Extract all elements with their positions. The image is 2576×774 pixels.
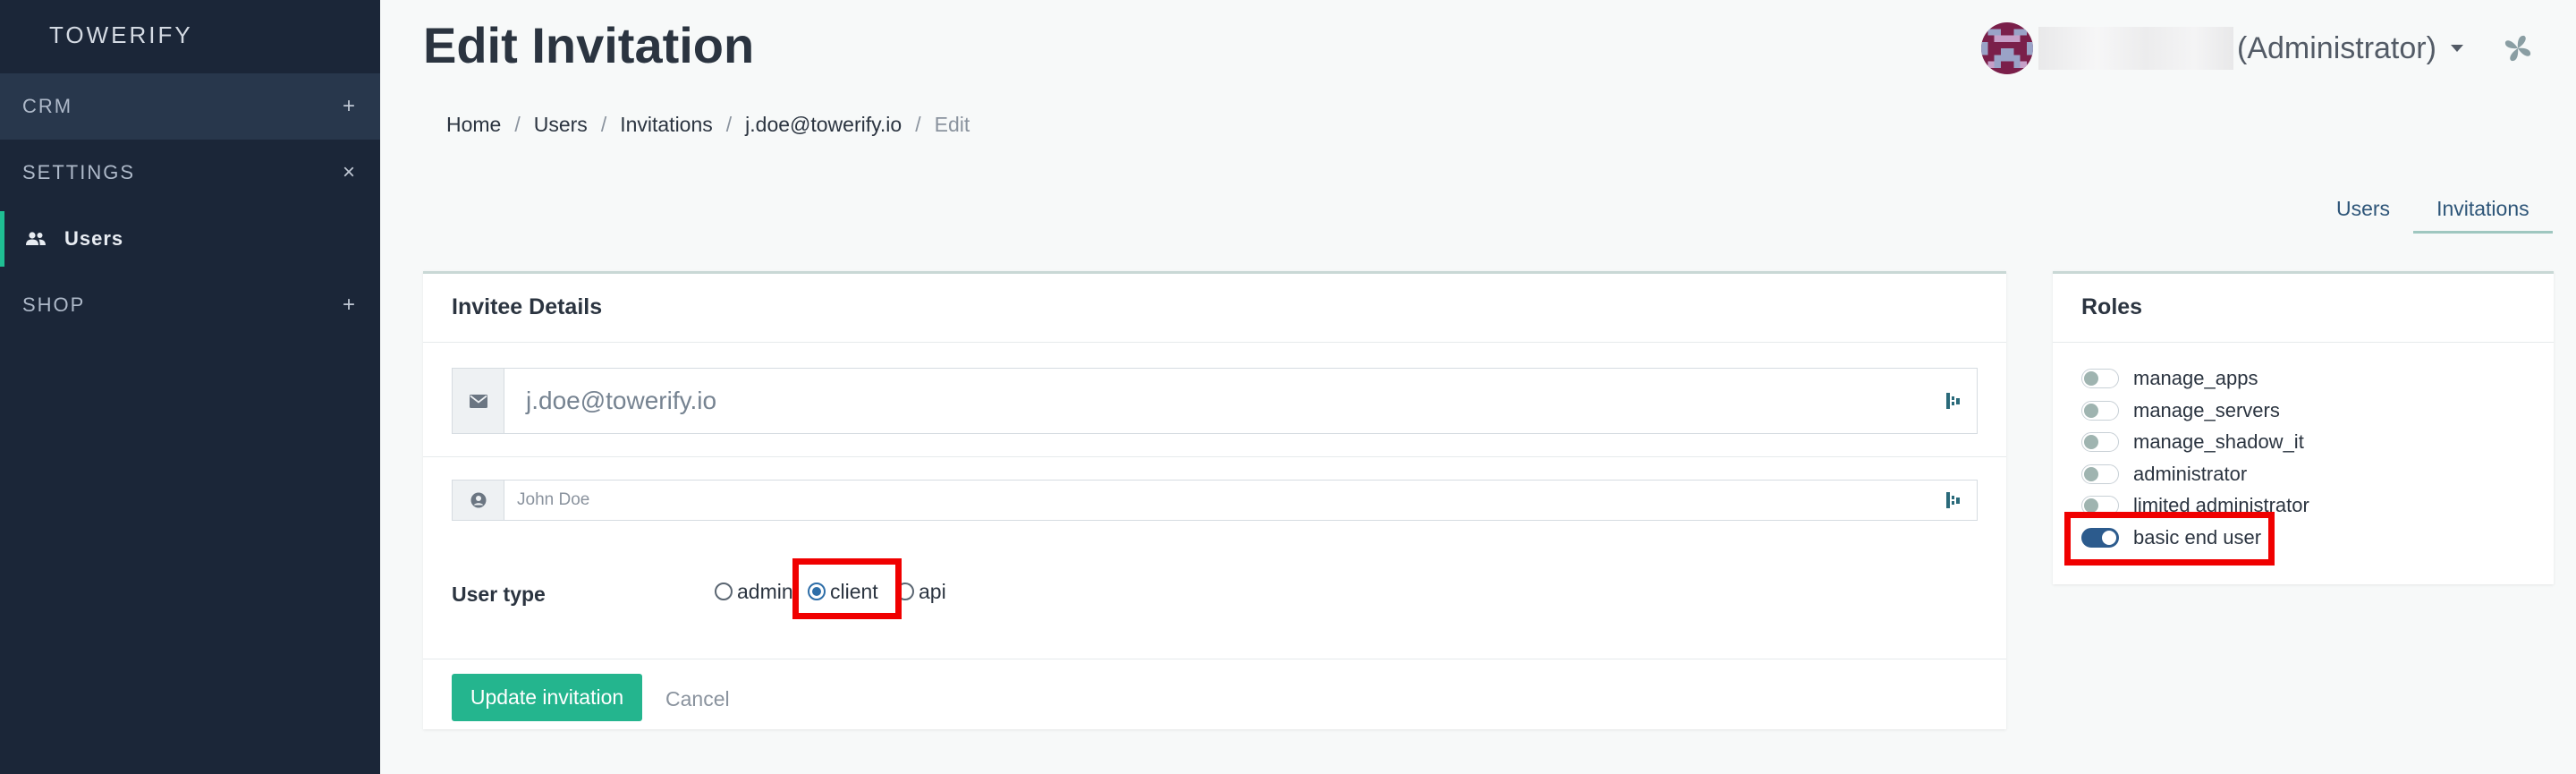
breadcrumb: Home / Users / Invitations / j.doe@tower… [446,113,970,137]
email-input[interactable]: j.doe@towerify.io [504,387,1945,415]
invitee-details-card: Invitee Details j.doe@towerify.io John D… [423,271,2006,729]
radio-button[interactable] [715,583,733,600]
envelope-icon [453,369,504,433]
radio-label: admin [737,579,793,603]
user-menu[interactable]: (Administrator) [1981,20,2463,77]
brand-logo: TOWERIFY [49,21,193,48]
breadcrumb-invitations[interactable]: Invitations [620,113,713,137]
sidebar: TOWERIFY CRM + SETTINGS × Users SHOP + [0,0,380,774]
password-manager-icon[interactable] [1945,392,1962,410]
breadcrumb-separator: / [514,113,521,136]
email-field[interactable]: j.doe@towerify.io [452,368,1978,434]
role-label: manage_apps [2133,367,2258,389]
sidebar-item-shop[interactable]: SHOP + [0,272,380,338]
password-manager-icon[interactable] [1945,491,1962,509]
page-title: Edit Invitation [423,17,755,73]
breadcrumb-separator: / [725,113,733,136]
breadcrumb-separator: / [915,113,921,136]
pinwheel-icon[interactable] [2500,30,2536,66]
sidebar-item-crm[interactable]: CRM + [0,73,380,140]
sidebar-item-settings[interactable]: SETTINGS × [0,140,380,206]
tab-invitations[interactable]: Invitations [2413,183,2553,234]
role-toggle-manage-apps[interactable]: manage_apps [2081,365,2258,392]
card-title: Roles [2081,294,2143,319]
sidebar-item-label: SHOP [22,293,86,316]
update-invitation-button[interactable]: Update invitation [452,674,642,721]
cancel-button[interactable]: Cancel [665,687,730,711]
user-name-redacted [2038,27,2233,70]
breadcrumb-invitation[interactable]: j.doe@towerify.io [745,113,902,137]
name-field[interactable]: John Doe [452,480,1978,521]
role-toggle-manage-servers[interactable]: manage_servers [2081,397,2280,424]
collapse-icon[interactable]: × [343,160,357,185]
sidebar-item-label: CRM [22,95,73,117]
expand-icon[interactable]: + [343,94,357,119]
roles-card: Roles manage_apps manage_servers manage_… [2053,271,2554,584]
role-label: administrator [2133,463,2248,485]
name-input[interactable]: John Doe [504,490,1945,510]
sidebar-item-label: SETTINGS [22,161,136,183]
user-role: (Administrator) [2237,30,2436,65]
sidebar-item-label: Users [64,227,124,250]
radio-label: api [919,579,946,603]
users-icon [25,231,47,247]
toggle-switch[interactable] [2081,369,2119,388]
breadcrumb-current: Edit [934,113,970,136]
highlight-box [2064,512,2275,566]
toggle-switch[interactable] [2081,432,2119,452]
tab-bar: Users Invitations [2313,183,2553,234]
card-title: Invitee Details [452,294,603,319]
radio-option-api[interactable]: api [896,573,946,610]
breadcrumb-users[interactable]: Users [534,113,588,137]
role-toggle-manage-shadow-it[interactable]: manage_shadow_it [2081,429,2304,455]
role-label: manage_servers [2133,399,2280,421]
divider [423,342,2006,343]
sidebar-item-users[interactable]: Users [0,206,380,272]
role-label: manage_shadow_it [2133,430,2304,453]
toggle-switch[interactable] [2081,401,2119,421]
chevron-down-icon[interactable] [2450,45,2463,52]
divider [2053,342,2554,343]
user-type-label: User type [452,583,546,606]
breadcrumb-separator: / [600,113,607,136]
user-circle-icon [453,481,504,520]
expand-icon[interactable]: + [343,293,357,318]
breadcrumb-home[interactable]: Home [446,113,501,137]
role-toggle-administrator[interactable]: administrator [2081,461,2247,488]
toggle-switch[interactable] [2081,464,2119,484]
divider [423,456,2006,457]
tab-users[interactable]: Users [2313,183,2413,234]
highlight-box [792,558,902,619]
avatar [1981,22,2033,74]
radio-option-admin[interactable]: admin [715,573,793,610]
